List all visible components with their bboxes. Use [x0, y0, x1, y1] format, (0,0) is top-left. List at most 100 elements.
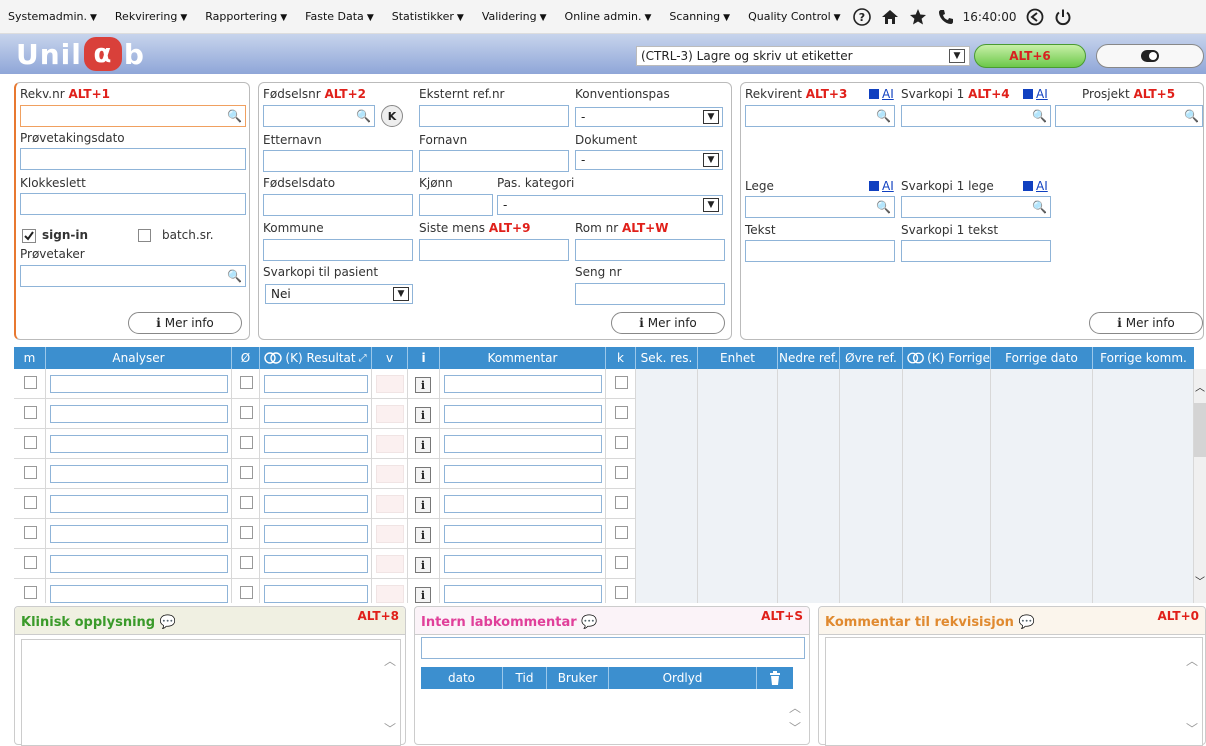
col-i[interactable]: i [408, 347, 440, 369]
menu-online-admin[interactable]: Online admin. ▼ [565, 10, 652, 23]
oe-checkbox[interactable] [240, 466, 253, 479]
chevron-down-icon[interactable]: ▼ [703, 198, 719, 212]
oe-checkbox[interactable] [240, 436, 253, 449]
alt6-button[interactable]: ALT+6 [974, 44, 1086, 68]
search-icon[interactable]: 🔍 [227, 109, 242, 123]
menu-faste-data[interactable]: Faste Data ▼ [305, 10, 374, 23]
chevron-up-icon[interactable]: ︿ [1195, 379, 1205, 394]
col-sek-res[interactable]: Sek. res. [636, 347, 698, 369]
fornavn-input[interactable] [419, 150, 569, 172]
oe-checkbox[interactable] [240, 376, 253, 389]
klinisk-textarea[interactable]: ︿ ﹀ [21, 639, 401, 746]
oe-checkbox[interactable] [240, 586, 253, 599]
v-flag[interactable] [376, 585, 404, 603]
v-flag[interactable] [376, 555, 404, 573]
rekvirent-input[interactable]: 🔍 [745, 105, 895, 127]
col-forrige-dato[interactable]: Forrige dato [991, 347, 1093, 369]
analyser-input[interactable] [50, 405, 228, 423]
col-analyser[interactable]: Analyser [46, 347, 232, 369]
kommentar-input[interactable] [444, 585, 602, 603]
search-icon[interactable]: 🔍 [1032, 109, 1047, 123]
kommentar-textarea[interactable]: ︿ ﹀ [825, 637, 1203, 746]
mer-info-button-left[interactable]: i Mer info [128, 312, 242, 334]
resultat-input[interactable] [264, 465, 368, 483]
col-forrige-komm[interactable]: Forrige komm. [1093, 347, 1194, 369]
oe-checkbox[interactable] [240, 526, 253, 539]
ai-link-lege[interactable]: AI [869, 179, 894, 193]
k-checkbox[interactable] [615, 406, 628, 419]
info-icon[interactable]: i [415, 587, 431, 603]
col-tid[interactable]: Tid [503, 667, 547, 689]
info-icon[interactable]: i [415, 527, 431, 543]
phone-icon[interactable] [935, 6, 957, 28]
home-icon[interactable] [879, 6, 901, 28]
siste-mens-input[interactable] [419, 239, 569, 261]
kommentar-input[interactable] [444, 555, 602, 573]
fodselsnr-input[interactable]: 🔍 [263, 105, 375, 127]
svarkopi-pasient-select[interactable]: Nei ▼ [265, 284, 413, 304]
k-checkbox[interactable] [615, 526, 628, 539]
lege-input[interactable]: 🔍 [745, 196, 895, 218]
col-kommentar[interactable]: Kommentar [440, 347, 606, 369]
v-flag[interactable] [376, 405, 404, 423]
k-button[interactable]: K [381, 105, 403, 127]
grid-scrollbar[interactable]: ︿ ﹀ [1194, 369, 1206, 603]
col-nedre-ref[interactable]: Nedre ref. [778, 347, 840, 369]
m-checkbox[interactable] [24, 586, 37, 599]
provetaker-input[interactable]: 🔍 [20, 265, 246, 287]
menu-systemadmin[interactable]: Systemadmin. ▼ [8, 10, 97, 23]
kommune-input[interactable] [263, 239, 413, 261]
v-flag[interactable] [376, 525, 404, 543]
analyser-input[interactable] [50, 555, 228, 573]
m-checkbox[interactable] [24, 496, 37, 509]
search-icon[interactable]: 🔍 [227, 269, 242, 283]
chevron-down-icon[interactable]: ﹀ [789, 719, 801, 736]
resultat-input[interactable] [264, 525, 368, 543]
chevron-up-icon[interactable]: ︿ [384, 652, 396, 669]
k-checkbox[interactable] [615, 436, 628, 449]
search-icon[interactable]: 🔍 [876, 109, 891, 123]
search-icon[interactable]: 🔍 [1032, 200, 1047, 214]
m-checkbox[interactable] [24, 556, 37, 569]
resultat-input[interactable] [264, 435, 368, 453]
col-forrige[interactable]: (K) Forrige [903, 347, 991, 369]
k-checkbox[interactable] [615, 496, 628, 509]
col-dato[interactable]: dato [421, 667, 503, 689]
fodselsdato-input[interactable] [263, 194, 413, 216]
analyser-input[interactable] [50, 435, 228, 453]
signin-checkbox[interactable] [22, 229, 36, 243]
v-flag[interactable] [376, 375, 404, 393]
analyser-input[interactable] [50, 465, 228, 483]
svarkopi1-lege-input[interactable]: 🔍 [901, 196, 1051, 218]
ai-link-rekvirent[interactable]: AI [869, 87, 894, 101]
m-checkbox[interactable] [24, 526, 37, 539]
chevron-down-icon[interactable]: ▼ [703, 153, 719, 167]
help-icon[interactable]: ? [851, 6, 873, 28]
v-flag[interactable] [376, 435, 404, 453]
oe-checkbox[interactable] [240, 556, 253, 569]
search-icon[interactable]: 🔍 [356, 109, 371, 123]
col-m[interactable]: m [14, 347, 46, 369]
chevron-down-icon[interactable]: ﹀ [384, 720, 396, 737]
provetakingsdato-input[interactable] [20, 148, 246, 170]
analyser-input[interactable] [50, 375, 228, 393]
analyser-input[interactable] [50, 585, 228, 603]
dokument-select[interactable]: - ▼ [575, 150, 723, 170]
v-flag[interactable] [376, 495, 404, 513]
ai-link-svarkopi1[interactable]: AI [1023, 87, 1048, 101]
analyser-input[interactable] [50, 525, 228, 543]
konvention-select[interactable]: - ▼ [575, 107, 723, 127]
batch-checkbox[interactable] [138, 229, 151, 242]
prosjekt-input[interactable]: 🔍 [1055, 105, 1203, 127]
trash-icon[interactable] [757, 667, 793, 689]
col-enhet[interactable]: Enhet [698, 347, 778, 369]
pas-kategori-select[interactable]: - ▼ [497, 195, 723, 215]
col-oe[interactable]: Ø [232, 347, 260, 369]
menu-statistikker[interactable]: Statistikker ▼ [392, 10, 464, 23]
print-action-select[interactable]: (CTRL-3) Lagre og skriv ut etiketter ▼ [636, 46, 970, 66]
info-icon[interactable]: i [415, 467, 431, 483]
m-checkbox[interactable] [24, 466, 37, 479]
chevron-down-icon[interactable]: ﹀ [1186, 720, 1198, 737]
svarkopi1-tekst-input[interactable] [901, 240, 1051, 262]
resultat-input[interactable] [264, 495, 368, 513]
